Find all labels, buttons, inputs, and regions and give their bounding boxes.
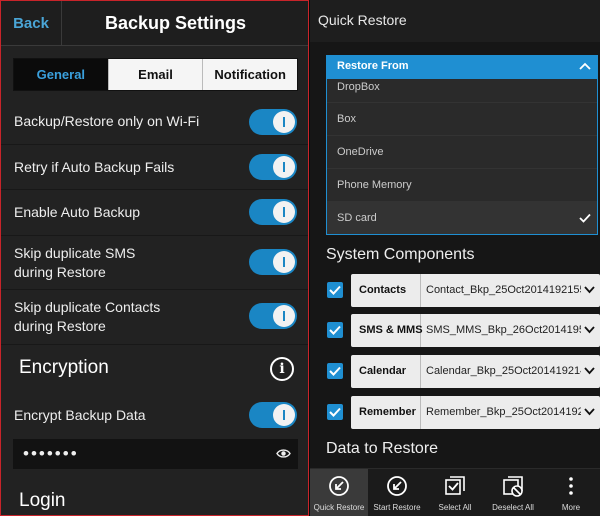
component-sms-mms: SMS & MMS SMS_MMS_Bkp_26Oct20141955: [326, 314, 600, 347]
option-label: OneDrive: [337, 146, 384, 158]
more-icon: [569, 477, 573, 495]
encrypt-toggle[interactable]: [249, 402, 297, 428]
component-remember: Remember Remember_Bkp_25Oct2014192: [326, 396, 600, 429]
option-label: DropBox: [337, 81, 380, 93]
encryption-heading: Encryption: [19, 357, 109, 378]
login-heading: Login: [19, 490, 66, 511]
select-all-action[interactable]: Select All: [426, 469, 484, 516]
calendar-backup-select[interactable]: Calendar Calendar_Bkp_25Oct201419214: [351, 355, 600, 388]
chevron-down-icon: [584, 326, 595, 334]
setting-label: Skip duplicate Contacts: [14, 299, 161, 315]
more-action[interactable]: More: [542, 469, 600, 516]
skip-contacts-toggle[interactable]: [249, 303, 297, 329]
page-title: Quick Restore: [318, 12, 407, 28]
skip-sms-toggle[interactable]: [249, 249, 297, 275]
option-dropbox[interactable]: DropBox: [327, 73, 597, 103]
option-label: Box: [337, 113, 356, 125]
option-label: Phone Memory: [337, 179, 412, 191]
header-bar: Quick Restore: [310, 0, 600, 42]
option-onedrive[interactable]: OneDrive: [327, 136, 597, 169]
retry-toggle[interactable]: [249, 154, 297, 180]
component-contacts: Contacts Contact_Bkp_25Oct201419215535: [326, 274, 600, 307]
sms-mms-backup-select[interactable]: SMS & MMS SMS_MMS_Bkp_26Oct20141955: [351, 314, 600, 347]
action-label: Quick Restore: [313, 503, 365, 512]
quick-restore-icon: [329, 476, 349, 496]
setting-label: Encrypt Backup Data: [14, 407, 146, 423]
tab-email[interactable]: Email: [107, 59, 203, 90]
header-bar: Back Backup Settings: [1, 1, 308, 46]
setting-label: Skip duplicate SMS: [14, 245, 136, 261]
setting-sublabel: during Restore: [14, 318, 106, 334]
restore-from-dropdown[interactable]: Restore From DropBox Box OneDrive Phone …: [326, 55, 598, 235]
option-sd-card[interactable]: SD card: [327, 202, 597, 234]
system-components-heading: System Components: [326, 246, 475, 263]
chevron-up-icon: [579, 62, 591, 70]
tab-notification[interactable]: Notification: [202, 59, 297, 90]
setting-skip-duplicate-contacts: Skip duplicate Contacts during Restore: [1, 290, 308, 345]
action-label: Start Restore: [373, 503, 421, 512]
chevron-down-icon: [584, 367, 595, 375]
setting-label: Enable Auto Backup: [14, 204, 141, 220]
setting-retry-auto-backup: Retry if Auto Backup Fails: [1, 145, 308, 190]
setting-sublabel: during Restore: [14, 264, 106, 280]
component-calendar: Calendar Calendar_Bkp_25Oct201419214: [326, 355, 600, 388]
setting-encrypt-backup: Encrypt Backup Data: [1, 393, 308, 437]
component-backup-file: Remember_Bkp_25Oct2014192: [426, 406, 581, 418]
deselect-all-icon: [503, 476, 523, 497]
page-title: Backup Settings: [104, 13, 247, 33]
sms-mms-checkbox[interactable]: [327, 322, 343, 338]
remember-backup-select[interactable]: Remember Remember_Bkp_25Oct2014192: [351, 396, 600, 429]
checkmark-icon: [579, 213, 591, 223]
setting-wifi-only: Backup/Restore only on Wi-Fi: [1, 99, 308, 145]
password-field[interactable]: •••••••: [13, 439, 298, 469]
component-backup-file: SMS_MMS_Bkp_26Oct20141955: [426, 324, 581, 336]
backup-settings-panel: Back Backup Settings General Email Notif…: [0, 0, 309, 516]
component-name: Remember: [351, 396, 421, 429]
start-restore-icon: [387, 476, 407, 496]
setting-enable-auto-backup: Enable Auto Backup: [1, 190, 308, 236]
component-name: Calendar: [351, 355, 421, 388]
action-bar: Quick Restore Start Restore Select All D…: [310, 468, 600, 516]
contacts-backup-select[interactable]: Contacts Contact_Bkp_25Oct201419215535: [351, 274, 600, 307]
wifi-only-toggle[interactable]: [249, 109, 297, 135]
restore-from-label: Restore From: [337, 60, 409, 72]
component-name: SMS & MMS: [351, 314, 423, 347]
option-label: SD card: [337, 212, 377, 224]
action-label: Deselect All: [492, 503, 534, 512]
action-label: More: [561, 503, 581, 512]
option-box[interactable]: Box: [327, 103, 597, 136]
chevron-down-icon: [584, 286, 595, 294]
settings-tabs: General Email Notification: [13, 58, 298, 91]
deselect-all-action[interactable]: Deselect All: [484, 469, 542, 516]
component-backup-file: Contact_Bkp_25Oct201419215535: [426, 284, 581, 296]
calendar-checkbox[interactable]: [327, 363, 343, 379]
password-mask: •••••••: [23, 444, 79, 463]
setting-label: Retry if Auto Backup Fails: [14, 159, 175, 175]
component-name: Contacts: [351, 274, 421, 307]
setting-skip-duplicate-sms: Skip duplicate SMS during Restore: [1, 236, 308, 290]
tab-general[interactable]: General: [14, 59, 108, 90]
start-restore-action[interactable]: Start Restore: [368, 469, 426, 516]
select-all-icon: [445, 476, 465, 495]
contacts-checkbox[interactable]: [327, 282, 343, 298]
chevron-down-icon: [584, 408, 595, 416]
back-button[interactable]: Back: [1, 1, 62, 46]
eye-icon[interactable]: [276, 447, 291, 460]
data-to-restore-heading: Data to Restore: [326, 440, 439, 457]
component-backup-file: Calendar_Bkp_25Oct201419214: [426, 365, 581, 377]
quick-restore-panel: Quick Restore Restore From DropBox Box O…: [310, 0, 600, 516]
info-icon[interactable]: i: [270, 357, 294, 381]
setting-label: Backup/Restore only on Wi-Fi: [14, 113, 200, 129]
action-label: Select All: [438, 503, 472, 512]
remember-checkbox[interactable]: [327, 404, 343, 420]
option-phone-memory[interactable]: Phone Memory: [327, 169, 597, 202]
quick-restore-action[interactable]: Quick Restore: [310, 469, 368, 516]
auto-backup-toggle[interactable]: [249, 199, 297, 225]
